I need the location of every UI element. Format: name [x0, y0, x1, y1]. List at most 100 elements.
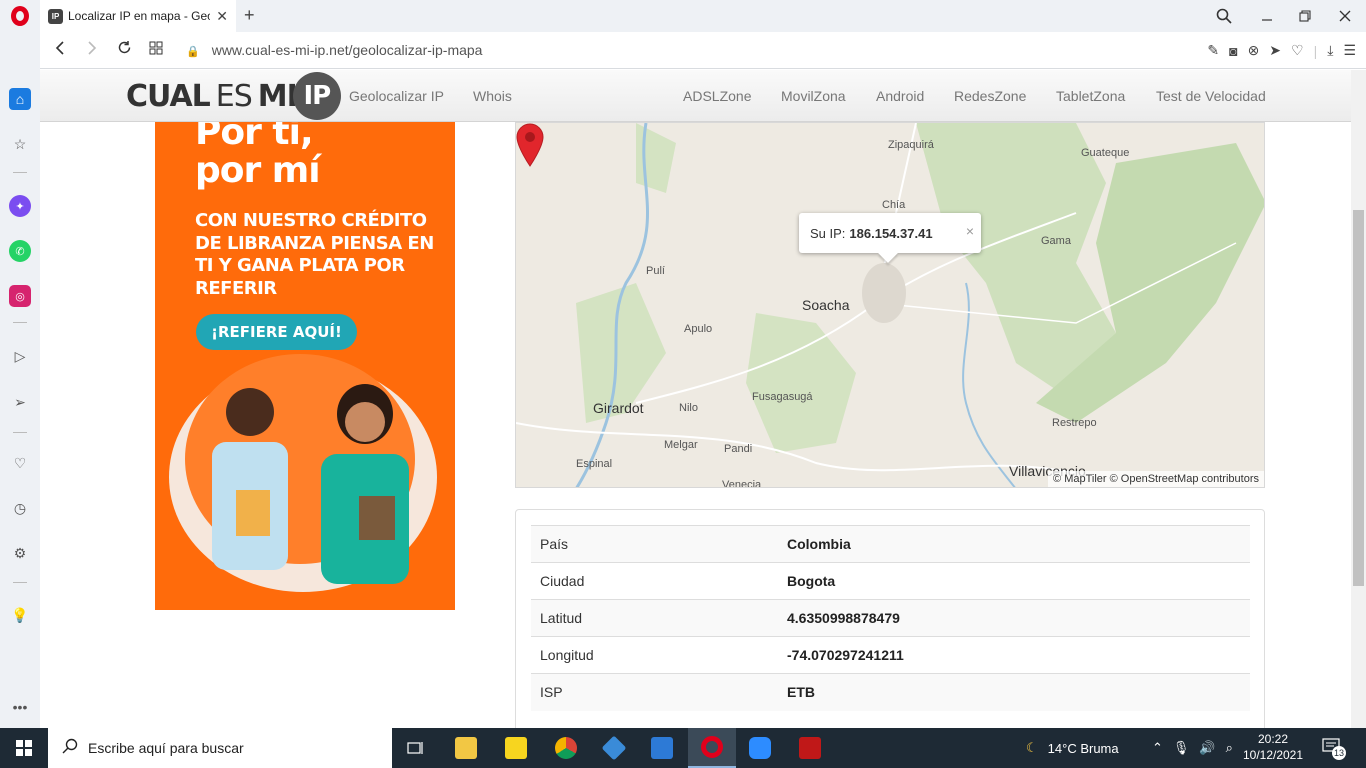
tab-title: Localizar IP en mapa - Geol [68, 9, 211, 23]
map-label: Espinal [576, 458, 613, 470]
map-view[interactable]: Zipaquirá Guateque Chía Gama Pulí Soacha… [515, 122, 1265, 488]
ad-body: CON NUESTRO CRÉDITO DE LIBRANZA PIENSA E… [195, 210, 434, 299]
settings-icon[interactable]: ⚙ [9, 542, 31, 564]
nav-adslzone[interactable]: ADSLZone [683, 70, 751, 122]
nav-redeszone[interactable]: RedesZone [954, 70, 1026, 122]
bookmarks-heart-icon[interactable]: ♡ [9, 452, 31, 474]
tracker-block-icon[interactable]: ⊗ [1248, 42, 1260, 59]
table-row: Longitud -74.070297241211 [531, 636, 1250, 674]
flow-icon[interactable]: ➢ [9, 391, 31, 413]
ad-person-woman [321, 384, 409, 584]
player-icon[interactable]: ▷ [9, 345, 31, 367]
page-scrollbar[interactable] [1351, 70, 1366, 728]
scrollbar-thumb[interactable] [1353, 210, 1364, 586]
zoom-icon[interactable] [736, 728, 784, 768]
nav-movilzona[interactable]: MovilZona [781, 70, 846, 122]
file-explorer-icon[interactable] [442, 728, 490, 768]
opera-menu-icon[interactable] [0, 0, 40, 32]
volume-icon[interactable]: 🔊 [1199, 740, 1215, 756]
address-bar: 🔒 www.cual-es-mi-ip.net/geolocalizar-ip-m… [40, 32, 1366, 69]
heart-icon[interactable]: ♡ [1291, 42, 1304, 59]
web-page: CUAL ES MI IP Geolocalizar IP Whois ADSL… [40, 70, 1351, 728]
table-row: Ciudad Bogota [531, 562, 1250, 600]
network-icon[interactable]: ⌕ [1226, 740, 1233, 756]
tips-icon[interactable]: 💡 [9, 604, 31, 626]
location-pin-icon[interactable] [516, 123, 544, 167]
tray-expand-icon[interactable]: ⌃ [1152, 740, 1163, 756]
map-label: Apulo [684, 323, 713, 335]
home-icon[interactable]: ⌂ [9, 88, 31, 110]
windows-start-icon[interactable] [0, 728, 48, 768]
popup-close-icon[interactable]: × [966, 223, 974, 239]
nav-geolocalizar-ip[interactable]: Geolocalizar IP [349, 70, 444, 122]
sticky-notes-icon[interactable] [492, 728, 540, 768]
weather-moon-icon: ☾ [1026, 740, 1038, 755]
url-field[interactable]: 🔒 www.cual-es-mi-ip.net/geolocalizar-ip-m… [186, 42, 482, 58]
tab-bar: IP Localizar IP en mapa - Geol ✕ + [0, 0, 1366, 32]
nav-android[interactable]: Android [876, 70, 924, 122]
history-icon[interactable]: ◷ [9, 497, 31, 519]
map-label: Pandi [724, 443, 753, 455]
search-tabs-icon[interactable] [1216, 0, 1232, 32]
edit-icon[interactable]: ✎ [1207, 42, 1219, 59]
map-label: Girardot [593, 400, 644, 416]
ip-info-panel: País Colombia Ciudad Bogota Latitud 4.63509… [515, 509, 1265, 728]
map-attribution[interactable]: © MapTiler © OpenStreetMap contributors [1048, 471, 1264, 487]
taskbar-search[interactable]: Escribe aquí para buscar [48, 728, 392, 768]
reload-icon[interactable] [108, 40, 140, 60]
windows-taskbar: Escribe aquí para buscar ☾ 14°C Bruma ⌃ … [0, 728, 1366, 768]
close-tab-icon[interactable]: ✕ [216, 8, 228, 25]
git-app-icon[interactable] [590, 728, 638, 768]
map-label: Nilo [679, 402, 698, 414]
browser-tab[interactable]: IP Localizar IP en mapa - Geol ✕ [40, 0, 236, 32]
map-label: Guateque [1081, 147, 1130, 159]
send-icon[interactable]: ➤ [1269, 42, 1281, 59]
notification-count: 13 [1332, 746, 1346, 760]
nav-tabletzona[interactable]: TabletZona [1056, 70, 1125, 122]
favicon: IP [48, 8, 63, 24]
microphone-icon[interactable]: 🎙 [1173, 740, 1190, 756]
nav-test-velocidad[interactable]: Test de Velocidad [1156, 70, 1266, 122]
weather-widget[interactable]: ☾ 14°C Bruma [1026, 728, 1119, 768]
map-label: Melgar [664, 439, 698, 451]
ad-person-man [212, 388, 288, 570]
opera-taskbar-icon[interactable] [688, 728, 736, 768]
back-icon[interactable] [44, 40, 76, 60]
camera-icon[interactable]: ◙ [1229, 43, 1237, 59]
whatsapp-icon[interactable]: ✆ [9, 240, 31, 262]
notifications-icon[interactable]: 13 [1322, 738, 1346, 760]
system-tray: ⌃ 🎙 🔊 ⌕ [1152, 728, 1233, 768]
map-label: Soacha [802, 297, 850, 313]
forward-icon[interactable] [76, 40, 108, 60]
download-icon[interactable]: ⤓ [1327, 42, 1333, 59]
taskbar-clock[interactable]: 20:22 10/12/2021 [1240, 731, 1306, 763]
more-icon[interactable]: ••• [9, 696, 31, 718]
speed-dial-icon[interactable] [140, 41, 172, 60]
photos-icon[interactable] [638, 728, 686, 768]
site-logo[interactable]: CUAL ES MI IP [126, 72, 341, 120]
site-nav: CUAL ES MI IP Geolocalizar IP Whois ADSL… [40, 70, 1351, 122]
url-text: www.cual-es-mi-ip.net/geolocalizar-ip-ma… [211, 42, 483, 58]
mcafee-icon[interactable] [786, 728, 834, 768]
ip-info-table: País Colombia Ciudad Bogota Latitud 4.63509… [531, 525, 1250, 711]
chrome-icon[interactable] [542, 728, 590, 768]
instagram-icon[interactable]: ◎ [9, 285, 31, 307]
messenger-icon[interactable]: ✦ [9, 195, 31, 217]
opera-sidebar: ⌂ ☆ ✦ ✆ ◎ ▷ ➢ ♡ ◷ ⚙ 💡 ••• [0, 32, 40, 728]
popup-ip: 186.154.37.41 [849, 225, 933, 241]
weather-text: 14°C Bruma [1047, 740, 1119, 756]
new-tab-icon[interactable]: + [244, 5, 255, 26]
advertisement-banner[interactable]: Por ti, por mí CON NUESTRO CRÉDITO DE LI… [155, 122, 455, 610]
task-view-icon[interactable] [392, 728, 440, 768]
ad-cta-button[interactable]: ¡REFIERE AQUÍ! [196, 314, 357, 350]
restore-icon[interactable] [1299, 0, 1311, 32]
minimize-icon[interactable] [1261, 0, 1273, 32]
map-label: Gama [1041, 235, 1071, 247]
nav-whois[interactable]: Whois [473, 70, 512, 122]
map-label: Chía [882, 199, 906, 211]
menu-icon[interactable]: ☰ [1343, 42, 1356, 59]
star-icon[interactable]: ☆ [9, 133, 31, 155]
separator: | [1313, 42, 1318, 59]
close-window-icon[interactable] [1339, 0, 1351, 32]
search-icon [62, 738, 78, 759]
